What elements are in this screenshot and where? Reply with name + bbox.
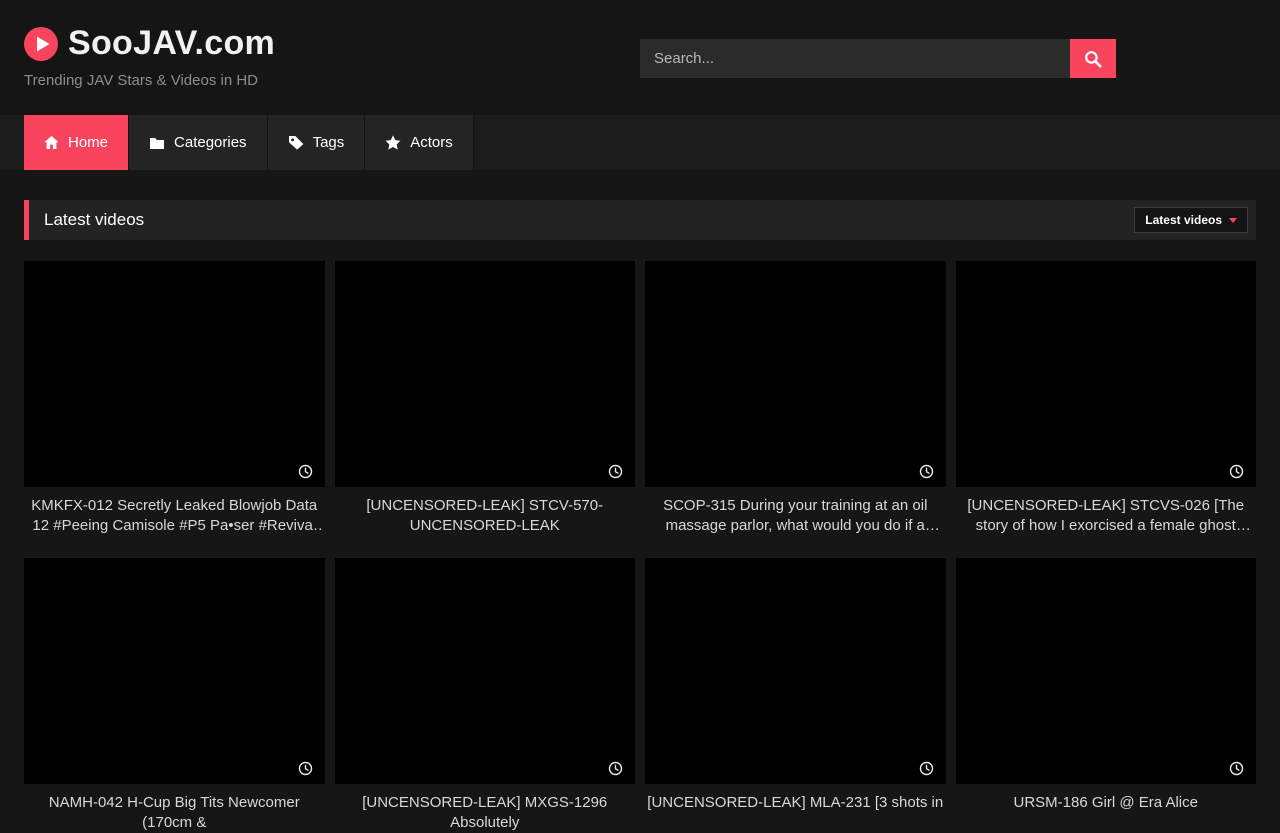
video-title[interactable]: [UNCENSORED-LEAK] STCV-570-UNCENSORED-LE…: [337, 496, 634, 536]
video-title[interactable]: KMKFX-012 Secretly Leaked Blowjob Data 1…: [26, 496, 323, 536]
clock-icon: [919, 761, 934, 776]
search-input[interactable]: [640, 39, 1070, 78]
video-title[interactable]: SCOP-315 During your training at an oil …: [647, 496, 944, 536]
main-content: Latest videos Latest videos KMKFX-012 Se…: [0, 200, 1280, 833]
video-card[interactable]: [UNCENSORED-LEAK] STCV-570-UNCENSORED-LE…: [335, 261, 636, 536]
caret-down-icon: [1229, 218, 1237, 223]
search-form: [640, 39, 1116, 78]
clock-icon: [608, 464, 623, 479]
video-card[interactable]: [UNCENSORED-LEAK] MXGS-1296 Absolutely: [335, 558, 636, 833]
section-title: Latest videos: [44, 210, 144, 230]
video-card[interactable]: SCOP-315 During your training at an oil …: [645, 261, 946, 536]
nav-item-label: Categories: [174, 134, 247, 151]
nav-item-tags[interactable]: Tags: [268, 115, 366, 170]
video-card[interactable]: [UNCENSORED-LEAK] MLA-231 [3 shots in: [645, 558, 946, 833]
clock-icon: [298, 464, 313, 479]
play-icon: [24, 27, 58, 61]
clock-icon: [919, 464, 934, 479]
clock-icon: [608, 761, 623, 776]
video-card[interactable]: KMKFX-012 Secretly Leaked Blowjob Data 1…: [24, 261, 325, 536]
search-button[interactable]: [1070, 39, 1116, 78]
nav-item-label: Actors: [410, 134, 453, 151]
site-header: SooJAV.com Trending JAV Stars & Videos i…: [0, 0, 1280, 115]
clock-icon: [1229, 761, 1244, 776]
video-thumbnail[interactable]: [335, 558, 636, 784]
video-title[interactable]: NAMH-042 H-Cup Big Tits Newcomer (170cm …: [26, 793, 323, 833]
clock-icon: [1229, 464, 1244, 479]
video-thumbnail[interactable]: [24, 261, 325, 487]
video-card[interactable]: [UNCENSORED-LEAK] STCVS-026 [The story o…: [956, 261, 1257, 536]
sort-dropdown-label: Latest videos: [1145, 213, 1222, 227]
video-card[interactable]: NAMH-042 H-Cup Big Tits Newcomer (170cm …: [24, 558, 325, 833]
section-header: Latest videos Latest videos: [24, 200, 1256, 240]
nav-item-label: Home: [68, 134, 108, 151]
folder-icon: [149, 136, 165, 150]
video-card[interactable]: URSM-186 Girl @ Era Alice: [956, 558, 1257, 833]
main-nav: Home Categories Tags Actors: [0, 115, 1280, 170]
video-title[interactable]: [UNCENSORED-LEAK] MLA-231 [3 shots in: [647, 793, 944, 813]
video-thumbnail[interactable]: [645, 558, 946, 784]
video-thumbnail[interactable]: [956, 558, 1257, 784]
home-icon: [44, 135, 59, 150]
sort-dropdown-button[interactable]: Latest videos: [1134, 207, 1248, 233]
site-tagline: Trending JAV Stars & Videos in HD: [24, 72, 258, 89]
nav-item-categories[interactable]: Categories: [129, 115, 268, 170]
logo-text: SooJAV.com: [68, 24, 275, 63]
search-icon: [1084, 50, 1102, 68]
video-thumbnail[interactable]: [645, 261, 946, 487]
nav-item-actors[interactable]: Actors: [365, 115, 474, 170]
video-thumbnail[interactable]: [24, 558, 325, 784]
video-title[interactable]: URSM-186 Girl @ Era Alice: [958, 793, 1255, 813]
site-logo[interactable]: SooJAV.com: [24, 24, 275, 63]
video-grid: KMKFX-012 Secretly Leaked Blowjob Data 1…: [24, 261, 1256, 833]
tag-icon: [288, 135, 304, 150]
video-thumbnail[interactable]: [956, 261, 1257, 487]
video-thumbnail[interactable]: [335, 261, 636, 487]
video-title[interactable]: [UNCENSORED-LEAK] STCVS-026 [The story o…: [958, 496, 1255, 536]
star-icon: [385, 135, 401, 150]
nav-item-label: Tags: [313, 134, 345, 151]
nav-item-home[interactable]: Home: [24, 115, 129, 170]
clock-icon: [298, 761, 313, 776]
video-title[interactable]: [UNCENSORED-LEAK] MXGS-1296 Absolutely: [337, 793, 634, 833]
